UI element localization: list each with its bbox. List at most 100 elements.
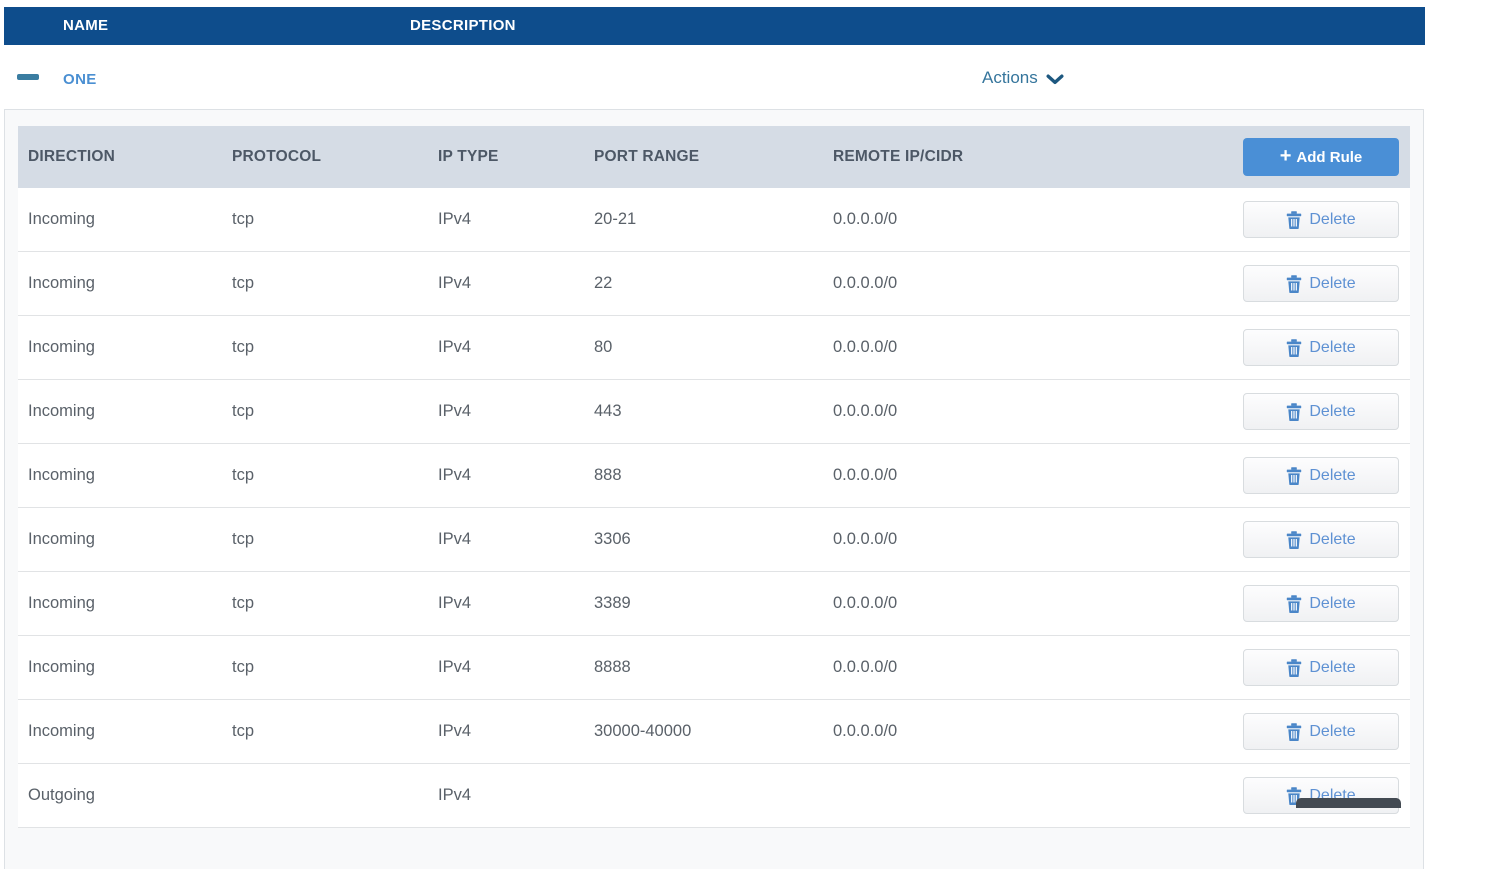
cell-direction: Incoming [28,210,95,228]
cell-remote-ip-cidr: 0.0.0.0/0 [833,594,898,612]
trash-icon [1287,466,1302,485]
cell-direction: Incoming [28,594,95,612]
cell-protocol: tcp [232,658,255,676]
delete-button[interactable]: Delete [1243,649,1399,686]
cell-direction: Incoming [28,658,95,676]
cell-ip-type: IPv4 [438,786,472,804]
delete-button[interactable]: Delete [1243,713,1399,750]
cell-ip-type: IPv4 [438,658,472,676]
delete-label: Delete [1309,658,1356,676]
cell-remote-ip-cidr: 0.0.0.0/0 [833,658,898,676]
table-row: Incoming tcp IPv4 20-21 0.0.0.0/0 Delete [18,188,1410,252]
cell-port-range: 3389 [594,594,631,612]
cell-port-range: 8888 [594,658,631,676]
column-header-ip-type: IP TYPE [438,148,499,165]
rules-table-header-row: DIRECTION PROTOCOL IP TYPE PORT RANGE RE… [18,126,1410,188]
cell-protocol: tcp [232,466,255,484]
table-row: Incoming tcp IPv4 888 0.0.0.0/0 Delete [18,444,1410,508]
cell-ip-type: IPv4 [438,466,472,484]
cell-protocol: tcp [232,402,255,420]
delete-button[interactable]: Delete [1243,585,1399,622]
table-row: Outgoing IPv4 Delete [18,764,1410,828]
trash-icon [1287,530,1302,549]
cell-remote-ip-cidr: 0.0.0.0/0 [833,402,898,420]
cell-direction: Incoming [28,466,95,484]
cell-direction: Incoming [28,274,95,292]
delete-label: Delete [1309,466,1356,484]
cell-ip-type: IPv4 [438,530,472,548]
delete-button[interactable]: Delete [1243,457,1399,494]
delete-label: Delete [1309,594,1356,612]
cell-ip-type: IPv4 [438,210,472,228]
cell-port-range: 30000-40000 [594,722,692,740]
delete-button[interactable]: Delete [1243,265,1399,302]
group-row: ONE Actions [4,45,1425,109]
cell-remote-ip-cidr: 0.0.0.0/0 [833,530,898,548]
cell-port-range: 22 [594,274,613,292]
group-details-panel: DIRECTION PROTOCOL IP TYPE PORT RANGE RE… [4,109,1424,869]
cell-port-range: 888 [594,466,622,484]
cell-port-range: 80 [594,338,613,356]
cell-protocol: tcp [232,210,255,228]
rules-table-body: Incoming tcp IPv4 20-21 0.0.0.0/0 Delete… [18,188,1410,828]
cell-remote-ip-cidr: 0.0.0.0/0 [833,274,898,292]
table-row: Incoming tcp IPv4 443 0.0.0.0/0 Delete [18,380,1410,444]
trash-icon [1287,594,1302,613]
column-header-name: NAME [63,17,109,34]
delete-button[interactable]: Delete [1243,201,1399,238]
cell-direction: Incoming [28,402,95,420]
cell-ip-type: IPv4 [438,274,472,292]
cell-protocol: tcp [232,338,255,356]
table-row: Incoming tcp IPv4 80 0.0.0.0/0 Delete [18,316,1410,380]
cell-ip-type: IPv4 [438,338,472,356]
cell-direction: Outgoing [28,786,95,804]
cell-port-range: 443 [594,402,622,420]
column-header-port-range: PORT RANGE [594,148,700,165]
cell-remote-ip-cidr: 0.0.0.0/0 [833,338,898,356]
table-row: Incoming tcp IPv4 3389 0.0.0.0/0 Delete [18,572,1410,636]
cell-protocol: tcp [232,722,255,740]
trash-icon [1287,274,1302,293]
cell-ip-type: IPv4 [438,722,472,740]
minus-icon [17,74,39,80]
delete-button[interactable]: Delete [1243,777,1399,814]
table-row: Incoming tcp IPv4 8888 0.0.0.0/0 Delete [18,636,1410,700]
table-row: Incoming tcp IPv4 30000-40000 0.0.0.0/0 [18,700,1410,764]
add-rule-button[interactable]: + Add Rule [1243,138,1399,176]
column-header-protocol: PROTOCOL [232,148,322,165]
chevron-down-icon [1046,74,1064,84]
trash-icon [1287,658,1302,677]
add-rule-label: Add Rule [1296,148,1363,166]
delete-button[interactable]: Delete [1243,521,1399,558]
cell-protocol: tcp [232,530,255,548]
trash-icon [1287,722,1302,741]
cell-protocol: tcp [232,274,255,292]
column-header-remote-ip-cidr: REMOTE IP/CIDR [833,148,964,165]
delete-label: Delete [1309,274,1356,292]
rules-table: DIRECTION PROTOCOL IP TYPE PORT RANGE RE… [18,126,1410,828]
trash-icon [1287,402,1302,421]
table-row: Incoming tcp IPv4 3306 0.0.0.0/0 Delete [18,508,1410,572]
delete-label: Delete [1309,402,1356,420]
delete-label: Delete [1309,210,1356,228]
trash-icon [1287,210,1302,229]
tooltip-peek [1296,798,1401,808]
group-table-header-bar: NAME DESCRIPTION [4,7,1425,45]
cell-remote-ip-cidr: 0.0.0.0/0 [833,466,898,484]
actions-label: Actions [982,68,1038,87]
delete-label: Delete [1309,722,1356,740]
cell-ip-type: IPv4 [438,594,472,612]
table-row: Incoming tcp IPv4 22 0.0.0.0/0 Delete [18,252,1410,316]
delete-label: Delete [1309,338,1356,356]
cell-port-range: 3306 [594,530,631,548]
group-name-link[interactable]: ONE [63,45,97,115]
delete-button[interactable]: Delete [1243,329,1399,366]
cell-direction: Incoming [28,530,95,548]
cell-direction: Incoming [28,722,95,740]
collapse-button[interactable] [17,67,49,87]
column-header-description: DESCRIPTION [410,17,516,34]
actions-dropdown[interactable]: Actions [982,45,1064,111]
trash-icon [1287,338,1302,357]
cell-remote-ip-cidr: 0.0.0.0/0 [833,210,898,228]
delete-button[interactable]: Delete [1243,393,1399,430]
